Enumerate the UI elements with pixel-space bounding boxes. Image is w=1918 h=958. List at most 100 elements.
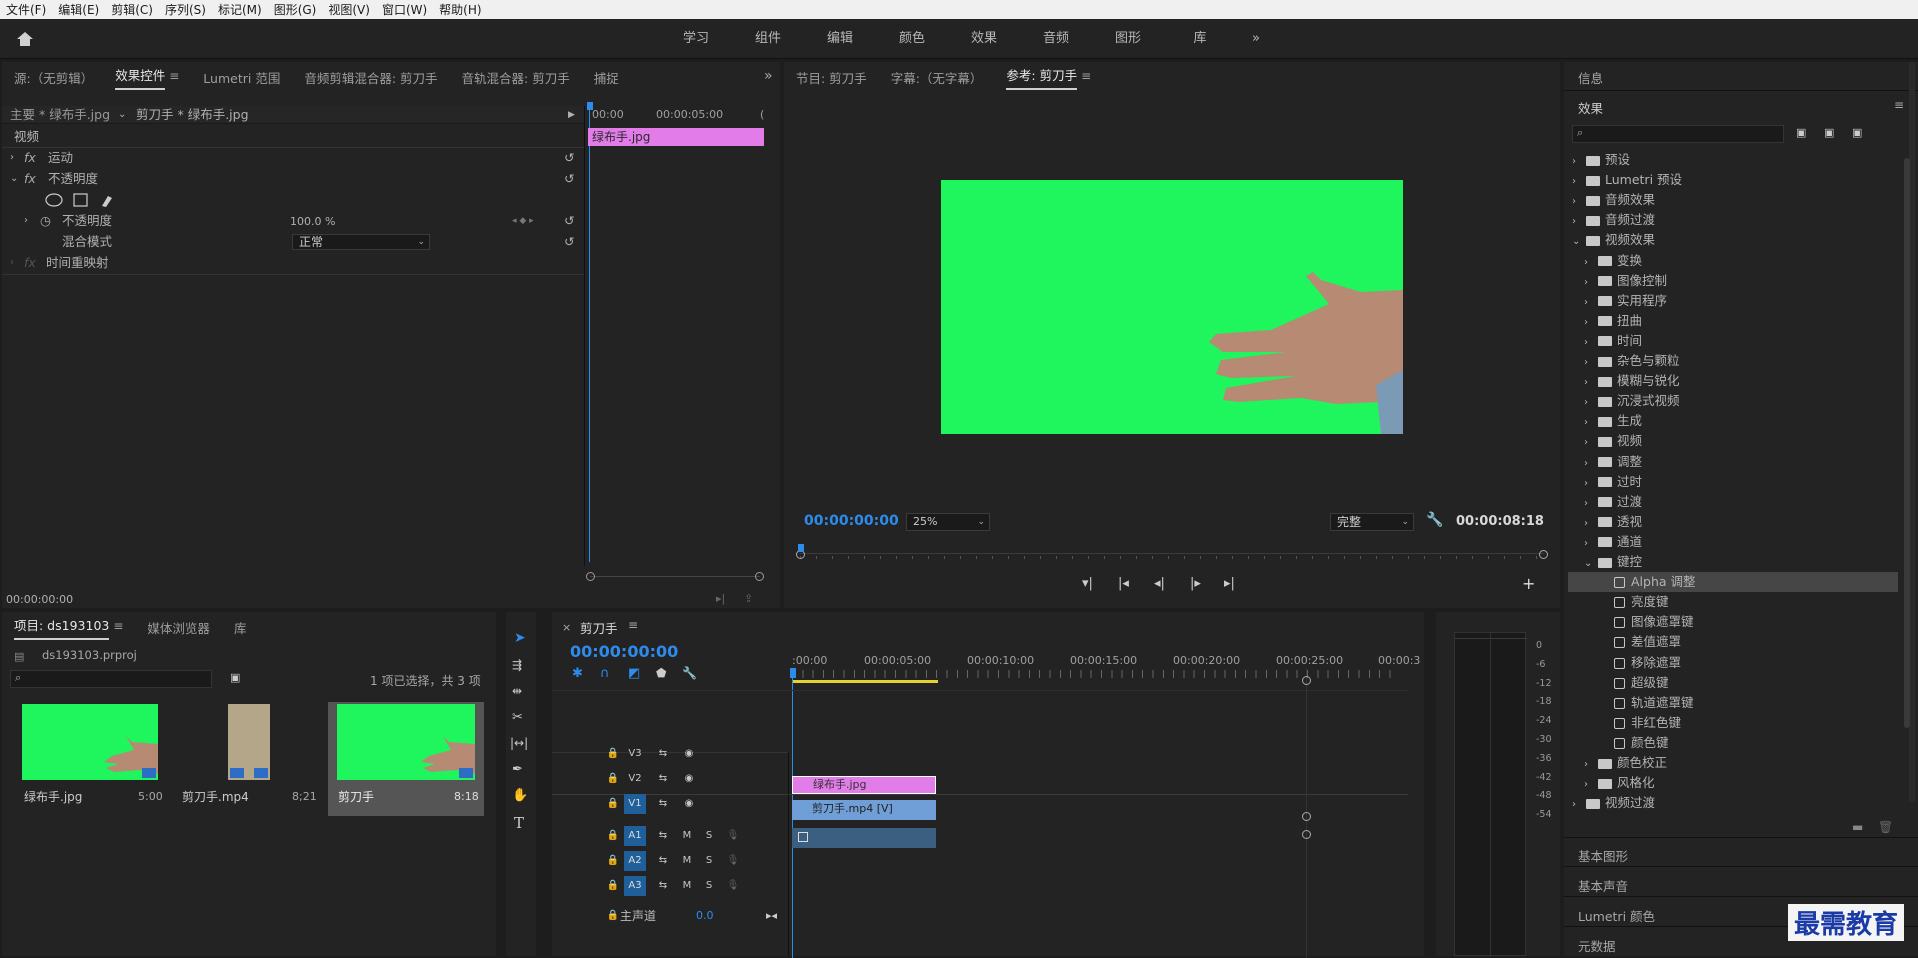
effects-tree-item[interactable]: › 音频过渡 xyxy=(1572,210,1902,230)
tab-source[interactable]: 源:（无剪辑） xyxy=(2,68,105,87)
delete-icon[interactable]: 🗑 xyxy=(1878,820,1893,834)
quality-select[interactable]: 完整 ⌄ xyxy=(1330,513,1414,531)
master-volume[interactable]: 0.0 xyxy=(696,906,714,926)
sync-lock-icon[interactable]: ⇆ xyxy=(652,769,674,789)
lock-icon[interactable]: 🔒 xyxy=(602,794,624,814)
ec-clip-bar[interactable]: 绿布手.jpg xyxy=(588,128,764,146)
track-target[interactable]: A1 xyxy=(624,826,646,846)
v-scroll-handle[interactable] xyxy=(1302,812,1311,821)
ws-audio[interactable]: 音频 xyxy=(1020,19,1092,59)
fx-icon[interactable]: fx xyxy=(24,148,36,168)
menu-marker[interactable]: 标记(M) xyxy=(212,1,268,18)
effects-scrollbar[interactable] xyxy=(1904,158,1910,728)
expand-icon[interactable]: › xyxy=(1584,393,1594,413)
tab-effect-controls[interactable]: 效果控件 xyxy=(115,65,165,90)
track-target[interactable]: V2 xyxy=(624,769,646,789)
32bit-effects-icon[interactable]: ▣ xyxy=(1824,126,1834,139)
tab-audio-clip-mixer[interactable]: 音频剪辑混合器: 剪刀手 xyxy=(292,68,449,87)
snap-icon[interactable]: ✱ xyxy=(572,666,583,681)
ws-libraries[interactable]: 库 xyxy=(1164,19,1236,59)
effects-tree-item[interactable]: › 视频过渡 xyxy=(1572,793,1902,813)
effects-tree-item[interactable]: 超级键 xyxy=(1572,673,1902,693)
track-target[interactable]: V3 xyxy=(624,744,646,764)
mute-button[interactable]: M xyxy=(676,876,698,896)
timeline-tab[interactable]: 剪刀手 xyxy=(580,618,618,637)
project-search-input[interactable]: ⌕ xyxy=(10,670,212,688)
sync-lock-icon[interactable]: ⇆ xyxy=(652,826,674,846)
expand-icon[interactable]: › xyxy=(1584,433,1594,453)
expand-icon[interactable]: › xyxy=(10,253,14,273)
ec-playhead[interactable] xyxy=(587,102,593,562)
eye-icon[interactable]: ◉ xyxy=(678,794,700,814)
a1-clip[interactable] xyxy=(792,828,936,848)
expand-icon[interactable]: › xyxy=(1584,534,1594,554)
effects-tree-item[interactable]: 亮度键 xyxy=(1572,592,1902,612)
sync-lock-icon[interactable]: ⇆ xyxy=(652,794,674,814)
info-panel-tab[interactable]: 信息 xyxy=(1578,68,1603,87)
tab-program[interactable]: 节目: 剪刀手 xyxy=(784,68,879,87)
filter-icon[interactable]: ▸| xyxy=(716,589,725,609)
keyframe-nav-icon[interactable]: ◂ ◆ ▸ xyxy=(512,211,534,231)
stopwatch-icon[interactable]: ◷ xyxy=(40,211,51,231)
expand-icon[interactable]: › xyxy=(1584,413,1594,433)
effects-tree-item[interactable]: › 过渡 xyxy=(1572,492,1902,512)
expand-icon[interactable]: › xyxy=(1572,192,1582,212)
track-select-tool-icon[interactable]: ⇶ xyxy=(512,658,522,672)
menu-file[interactable]: 文件(F) xyxy=(0,1,52,18)
panel-menu-icon[interactable]: ≡ xyxy=(169,69,179,83)
menu-window[interactable]: 窗口(W) xyxy=(376,1,433,18)
add-marker-icon[interactable]: ◩ xyxy=(628,666,640,681)
wrench-icon[interactable]: 🔧 xyxy=(1426,512,1443,528)
program-scrubber[interactable] xyxy=(796,544,1548,560)
effects-search-input[interactable]: ⌕ xyxy=(1572,125,1784,143)
collapse-icon[interactable]: ⌄ xyxy=(1572,232,1582,252)
tab-lumetri-scopes[interactable]: Lumetri 范围 xyxy=(191,68,292,87)
expand-icon[interactable]: › xyxy=(1584,514,1594,534)
eye-icon[interactable]: ◉ xyxy=(678,744,700,764)
panel-menu-icon[interactable]: ≡ xyxy=(1081,69,1091,83)
linked-selection-icon[interactable]: ∩ xyxy=(600,666,610,681)
expand-icon[interactable]: › xyxy=(24,211,28,231)
settings-wrench-icon[interactable]: 🔧 xyxy=(682,666,697,680)
sequence-clip-label[interactable]: 剪刀手 * 绿布手.jpg xyxy=(136,105,249,125)
sync-lock-icon[interactable]: ⇆ xyxy=(652,876,674,896)
work-area-bar[interactable] xyxy=(792,680,938,683)
track-target[interactable]: A3 xyxy=(624,876,646,896)
collapse-icon[interactable]: ⌄ xyxy=(1584,554,1594,574)
chevron-down-icon[interactable]: ⌄ xyxy=(118,105,126,125)
tab-capture[interactable]: 捕捉 xyxy=(582,68,631,87)
effects-tree-item[interactable]: › 过时 xyxy=(1572,472,1902,492)
ripple-edit-tool-icon[interactable]: ⇹ xyxy=(512,684,522,698)
effects-tree-item[interactable]: › 图像控制 xyxy=(1572,271,1902,291)
effects-tree-item[interactable]: 非红色键 xyxy=(1572,713,1902,733)
effects-tree-item[interactable]: › 透视 xyxy=(1572,512,1902,532)
new-bin-icon[interactable]: ▬ xyxy=(1852,820,1863,834)
effects-tree-item[interactable]: › 杂色与颗粒 xyxy=(1572,351,1902,371)
razor-tool-icon[interactable]: ✂ xyxy=(512,710,523,725)
lock-icon[interactable]: 🔒 xyxy=(602,876,624,896)
project-item-selected[interactable]: 剪刀手 8:18 xyxy=(328,702,484,816)
project-item[interactable]: 绿布手.jpg 5:00 xyxy=(12,702,168,816)
effects-tree-item[interactable]: 差值遮罩 xyxy=(1572,632,1902,652)
more-panels-icon[interactable]: » xyxy=(764,68,773,84)
effects-tree-item[interactable]: 颜色键 xyxy=(1572,733,1902,753)
expand-icon[interactable]: › xyxy=(1584,494,1594,514)
opacity-effect[interactable]: 不透明度 xyxy=(48,169,98,189)
effects-tree-item[interactable]: ⌄ 视频效果 xyxy=(1572,230,1902,250)
motion-effect[interactable]: 运动 xyxy=(48,148,73,168)
effects-tree-item[interactable]: ⌄ 键控 xyxy=(1572,552,1902,572)
go-to-out-icon[interactable]: ▸| xyxy=(1224,576,1235,591)
tab-captions[interactable]: 字幕:（无字幕） xyxy=(879,68,995,87)
expand-icon[interactable]: › xyxy=(1584,775,1594,795)
video-frame[interactable] xyxy=(941,180,1403,434)
effects-tree-item[interactable]: › 扭曲 xyxy=(1572,311,1902,331)
solo-button[interactable]: S xyxy=(698,851,720,871)
export-frame-icon[interactable]: ⇪ xyxy=(744,589,753,609)
effects-tree-item[interactable]: 图像遮罩键 xyxy=(1572,612,1902,632)
find-icon[interactable]: ▣ xyxy=(230,671,240,684)
collapse-icon[interactable]: ⌄ xyxy=(10,169,18,189)
master-clip-label[interactable]: 主要 * 绿布手.jpg xyxy=(10,105,110,125)
tab-project[interactable]: 项目: ds193103 xyxy=(14,615,109,640)
sync-lock-icon[interactable]: ⇆ xyxy=(652,744,674,764)
add-button-icon[interactable]: + xyxy=(1522,574,1535,593)
